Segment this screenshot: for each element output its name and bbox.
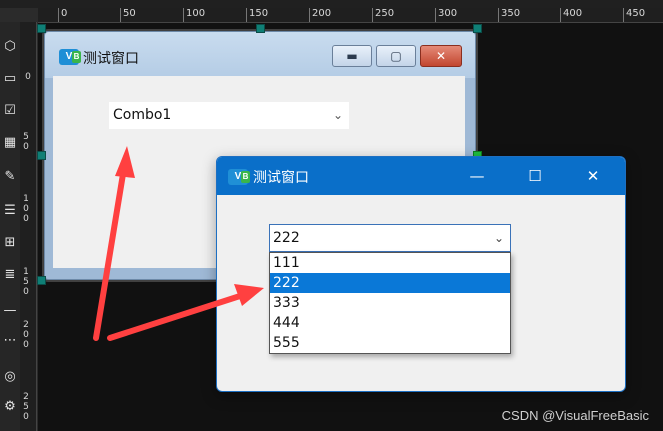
annotation-arrows bbox=[93, 146, 264, 341]
watermark: CSDN @VisualFreeBasic bbox=[501, 408, 649, 423]
arrow-to-runtime-combo bbox=[107, 284, 264, 341]
arrow-to-designer-combo bbox=[93, 146, 135, 341]
